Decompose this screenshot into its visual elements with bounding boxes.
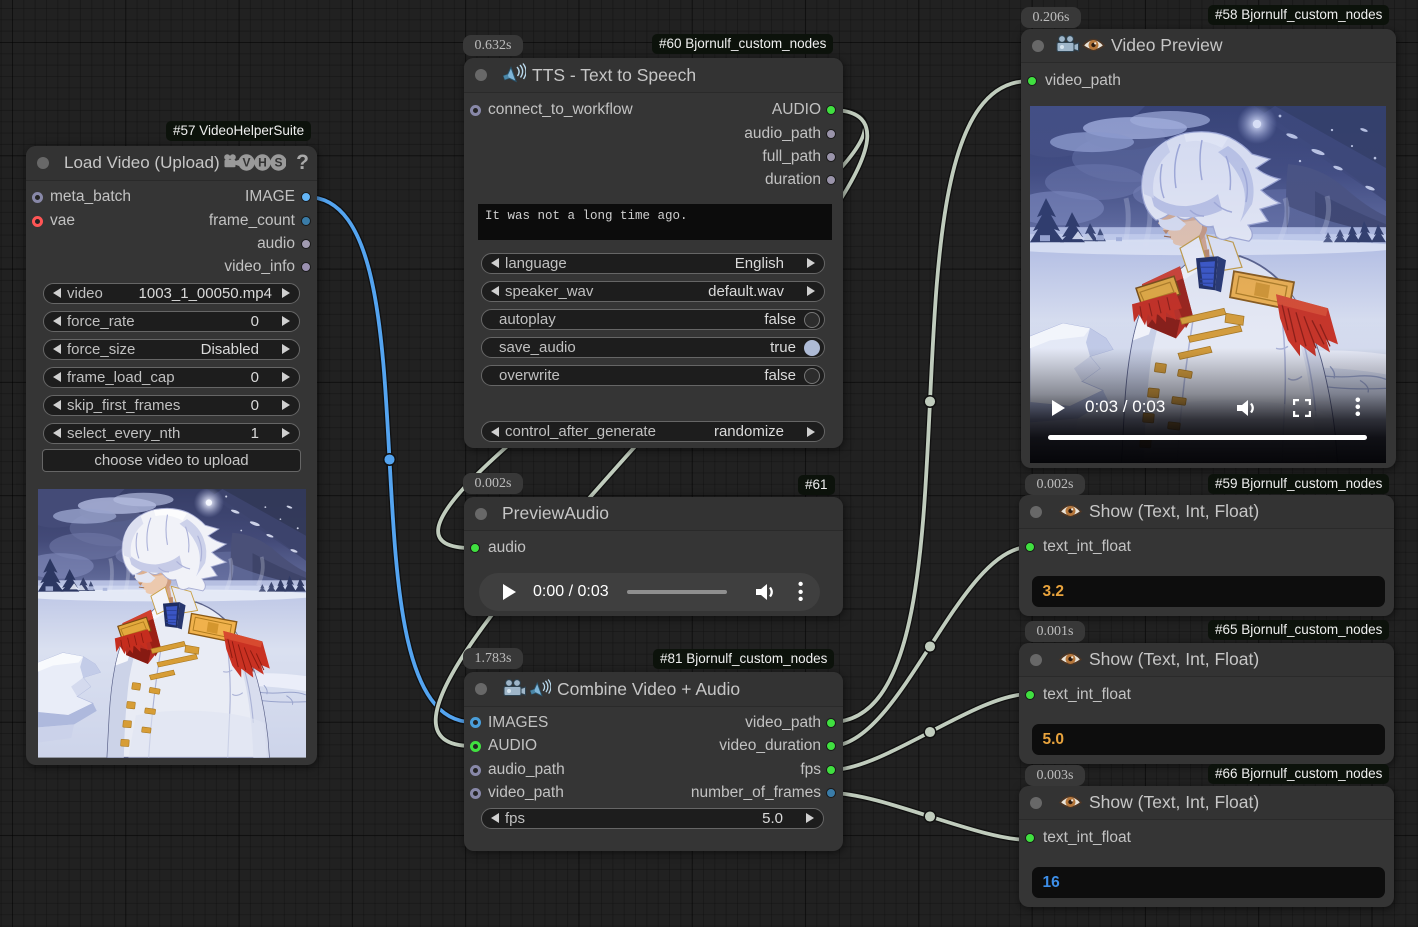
svg-text:S: S <box>275 155 283 169</box>
svg-text:V: V <box>243 155 251 169</box>
svg-text:H: H <box>259 155 268 169</box>
